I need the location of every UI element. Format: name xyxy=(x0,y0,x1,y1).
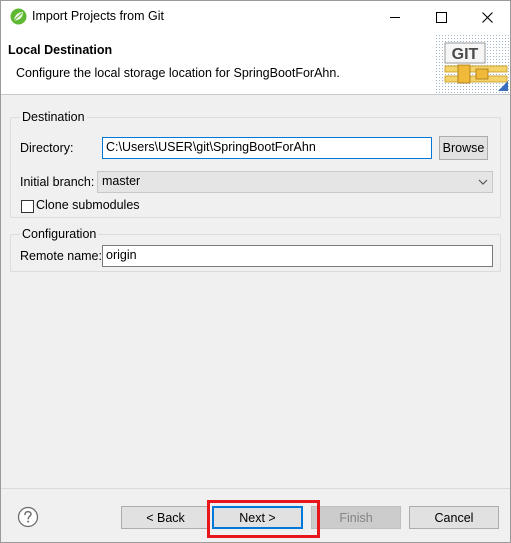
footer-separator xyxy=(1,488,510,489)
next-button[interactable]: Next > xyxy=(212,506,303,529)
git-logo-icon: GIT xyxy=(436,35,510,93)
initial-branch-value: master xyxy=(102,174,141,188)
configuration-group: Configuration Remote name: origin xyxy=(10,227,501,272)
page-title: Local Destination xyxy=(8,43,113,57)
window-title: Import Projects from Git xyxy=(32,9,164,23)
minimize-button[interactable] xyxy=(372,1,418,33)
chevron-down-icon xyxy=(478,179,488,185)
maximize-icon xyxy=(435,11,447,23)
directory-input[interactable]: C:\Users\USER\git\SpringBootForAhn xyxy=(102,137,432,159)
svg-text:GIT: GIT xyxy=(452,46,479,63)
clone-submodules-checkbox[interactable] xyxy=(21,200,34,213)
minimize-icon xyxy=(389,16,400,18)
remote-name-label: Remote name: xyxy=(20,249,102,263)
spring-leaf-icon xyxy=(10,8,27,25)
import-projects-dialog: Import Projects from Git Local Destinati… xyxy=(0,0,511,543)
initial-branch-label: Initial branch: xyxy=(20,175,95,189)
close-icon xyxy=(481,11,493,23)
title-bar: Import Projects from Git xyxy=(1,1,510,33)
destination-group: Destination Directory: C:\Users\USER\git… xyxy=(10,110,501,218)
wizard-header: Local Destination Configure the local st… xyxy=(1,33,510,95)
content-area: Destination Directory: C:\Users\USER\git… xyxy=(1,96,510,486)
browse-button[interactable]: Browse xyxy=(439,136,488,160)
close-button[interactable] xyxy=(464,1,510,33)
clone-submodules-label: Clone submodules xyxy=(36,198,140,212)
question-mark-icon[interactable] xyxy=(17,506,39,528)
initial-branch-select[interactable]: master xyxy=(97,171,493,193)
configuration-group-title: Configuration xyxy=(20,227,99,241)
maximize-button[interactable] xyxy=(418,1,464,33)
finish-button[interactable]: Finish xyxy=(311,506,401,529)
remote-name-input[interactable]: origin xyxy=(102,245,493,267)
cancel-button[interactable]: Cancel xyxy=(409,506,499,529)
page-description: Configure the local storage location for… xyxy=(16,66,340,80)
directory-label: Directory: xyxy=(20,141,74,155)
destination-group-title: Destination xyxy=(20,110,87,124)
back-button[interactable]: < Back xyxy=(121,506,210,529)
